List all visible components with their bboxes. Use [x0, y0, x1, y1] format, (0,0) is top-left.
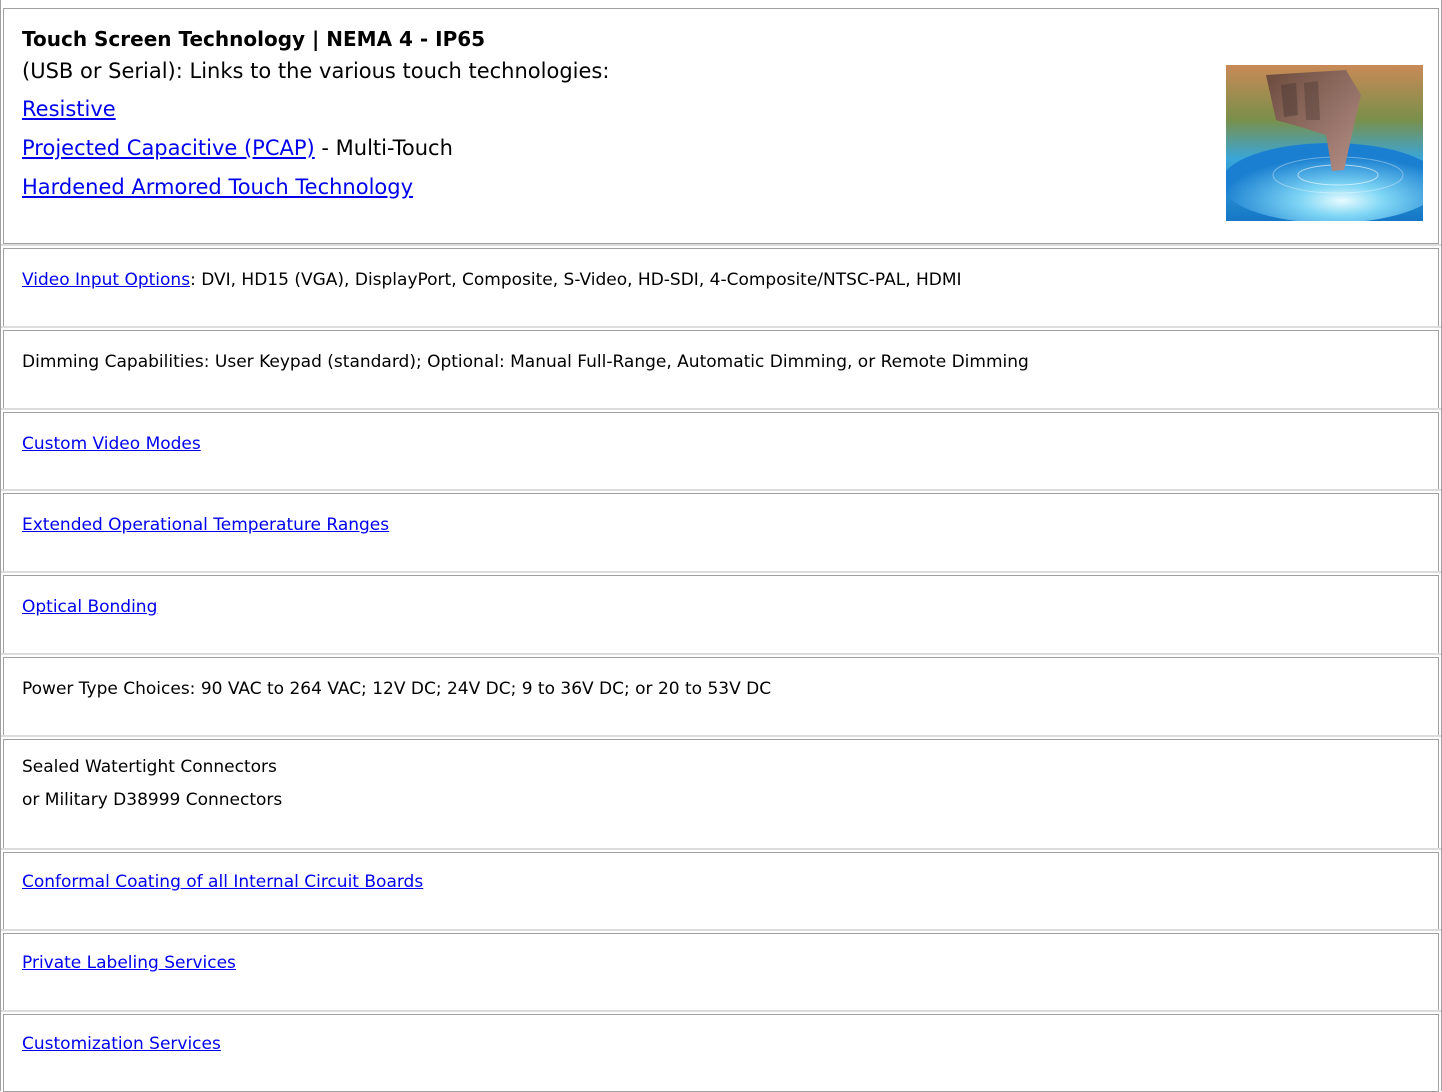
power-row: Power Type Choices: 90 VAC to 264 VAC; 1…	[0, 655, 1442, 737]
temperature-cell: Extended Operational Temperature Ranges	[3, 493, 1439, 573]
video-row: Video Input Options: DVI, HD15 (VGA), Di…	[0, 246, 1442, 328]
private-labeling-link[interactable]: Private Labeling Services	[22, 953, 236, 973]
touch-intro: (USB or Serial): Links to the various to…	[22, 59, 610, 83]
pcap-link[interactable]: Projected Capacitive (PCAP)	[22, 136, 315, 160]
temperature-row: Extended Operational Temperature Ranges	[0, 491, 1442, 573]
optical-bonding-link[interactable]: Optical Bonding	[22, 597, 157, 617]
finger-touch-image	[1226, 65, 1423, 221]
customization-cell: Customization Services	[3, 1014, 1439, 1092]
dimming-cell: Dimming Capabilities: User Keypad (stand…	[3, 330, 1439, 410]
connectors-line1: Sealed Watertight Connectors	[22, 757, 277, 777]
customization-link[interactable]: Customization Services	[22, 1034, 221, 1054]
touch-title: Touch Screen Technology | NEMA 4 - IP65	[22, 27, 486, 51]
conformal-coating-link[interactable]: Conformal Coating of all Internal Circui…	[22, 872, 423, 892]
custom-video-link[interactable]: Custom Video Modes	[22, 434, 201, 454]
labeling-row: Private Labeling Services	[0, 931, 1442, 1012]
optical-row: Optical Bonding	[0, 573, 1442, 655]
touch-cell: Touch Screen Technology | NEMA 4 - IP65 …	[3, 8, 1439, 244]
temperature-link[interactable]: Extended Operational Temperature Ranges	[22, 515, 389, 535]
coating-row: Conformal Coating of all Internal Circui…	[0, 850, 1442, 931]
coating-cell: Conformal Coating of all Internal Circui…	[3, 852, 1439, 931]
video-cell: Video Input Options: DVI, HD15 (VGA), Di…	[3, 248, 1439, 328]
custom-video-cell: Custom Video Modes	[3, 412, 1439, 491]
video-input-link[interactable]: Video Input Options	[22, 270, 190, 290]
dimming-text: Dimming Capabilities: User Keypad (stand…	[22, 352, 1029, 372]
connectors-line2: or Military D38999 Connectors	[22, 790, 283, 810]
connectors-cell: Sealed Watertight Connectors or Military…	[3, 739, 1439, 850]
video-input-text: : DVI, HD15 (VGA), DisplayPort, Composit…	[190, 270, 962, 290]
pcap-suffix: - Multi-Touch	[314, 136, 453, 160]
power-cell: Power Type Choices: 90 VAC to 264 VAC; 1…	[3, 657, 1439, 737]
resistive-link[interactable]: Resistive	[22, 97, 116, 121]
dimming-row: Dimming Capabilities: User Keypad (stand…	[0, 328, 1442, 410]
customization-row: Customization Services	[0, 1012, 1442, 1092]
connectors-row: Sealed Watertight Connectors or Military…	[0, 737, 1442, 850]
optical-cell: Optical Bonding	[3, 575, 1439, 655]
hardened-link[interactable]: Hardened Armored Touch Technology	[22, 175, 413, 199]
touch-row: Touch Screen Technology | NEMA 4 - IP65 …	[0, 0, 1442, 246]
power-text: Power Type Choices: 90 VAC to 264 VAC; 1…	[22, 679, 772, 699]
custom-video-row: Custom Video Modes	[0, 410, 1442, 491]
labeling-cell: Private Labeling Services	[3, 933, 1439, 1012]
